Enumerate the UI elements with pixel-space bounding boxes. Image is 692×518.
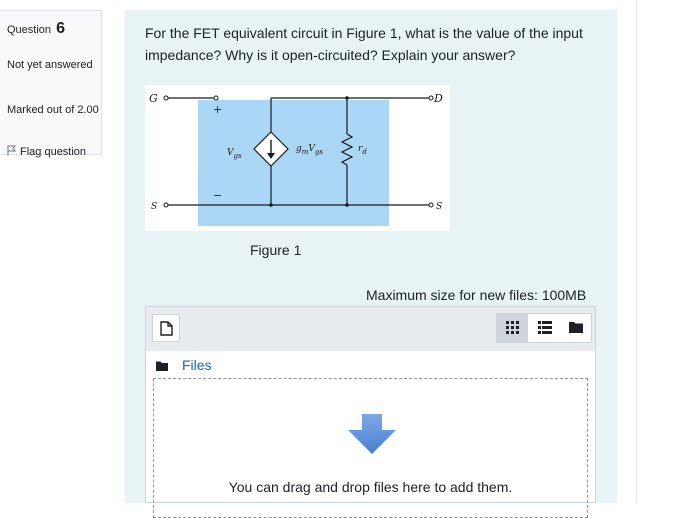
question-info-panel: Question 6 Not yet answered Marked out o… — [0, 10, 102, 158]
folder-icon — [156, 361, 168, 371]
file-manager-toolbar — [146, 307, 595, 351]
source-terminal-right-label: S — [436, 202, 442, 212]
gm-v-subscript: gs — [315, 148, 323, 156]
minus-sign: − — [213, 189, 222, 202]
grid-view-button[interactable] — [497, 314, 528, 342]
page-edge-divider — [636, 0, 637, 503]
flag-icon — [7, 145, 17, 156]
rd-subscript: d — [362, 148, 367, 156]
figure-shade — [198, 100, 389, 226]
file-manager: Files You can drag and drop files here t… — [145, 306, 596, 518]
drop-instructions: You can drag and drop files here to add … — [228, 479, 513, 495]
folder-view-button[interactable] — [560, 314, 591, 342]
list-view-button[interactable] — [529, 314, 560, 342]
question-grade: Marked out of 2.00 — [7, 104, 99, 116]
list-view-icon — [538, 321, 552, 334]
question-content: For the FET equivalent circuit in Figure… — [125, 10, 617, 518]
add-file-icon — [160, 321, 173, 336]
grid-view-icon — [506, 321, 519, 334]
file-path-breadcrumb[interactable]: Files — [156, 357, 212, 373]
plus-sign: + — [213, 103, 222, 116]
question-number-value: 6 — [56, 20, 65, 37]
gate-terminal-label: G — [149, 92, 158, 105]
drain-terminal-label: D — [433, 92, 443, 105]
files-link[interactable]: Files — [182, 357, 212, 373]
vgs-subscript: gs — [234, 152, 242, 160]
question-text: For the FET equivalent circuit in Figure… — [145, 25, 583, 63]
file-drop-zone[interactable]: You can drag and drop files here to add … — [153, 378, 588, 518]
flag-question-button[interactable]: Flag question — [7, 145, 86, 158]
add-file-button[interactable] — [152, 314, 180, 342]
fet-circuit-figure: G D S S + − Vgs gmVgs rd — [145, 85, 450, 231]
view-switcher — [496, 313, 592, 343]
question-label: Question — [7, 24, 52, 36]
figure-caption: Figure 1 — [250, 242, 302, 258]
download-arrow-icon — [348, 414, 396, 454]
question-number: Question 6 — [7, 20, 65, 38]
flag-question-label: Flag question — [20, 146, 87, 158]
max-file-size: Maximum size for new files: 100MB — [366, 287, 587, 303]
folder-view-icon — [569, 322, 583, 333]
source-terminal-left-label: S — [151, 202, 157, 212]
question-state: Not yet answered — [7, 59, 93, 71]
